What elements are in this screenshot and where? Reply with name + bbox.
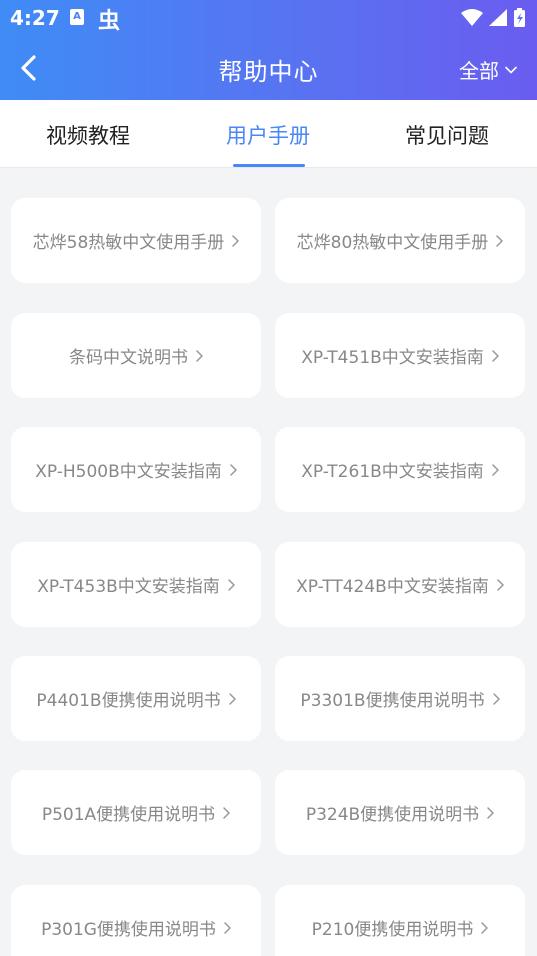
manual-card-label: XP-T451B中文安装指南 (301, 348, 484, 368)
tab-faq[interactable]: 常见问题 (405, 120, 489, 150)
notification-bug-icon: 虫 (98, 9, 121, 34)
chevron-right-icon (481, 921, 489, 934)
chevron-right-icon (492, 692, 500, 705)
manual-card[interactable]: XP-T261B中文安装指南 (275, 427, 525, 512)
manual-card[interactable]: 芯烨80热敏中文使用手册 (275, 198, 525, 283)
manual-card[interactable]: P4401B便携使用说明书 (11, 656, 261, 741)
chevron-right-icon (228, 578, 235, 591)
chevron-right-icon (196, 349, 203, 362)
chevron-right-icon (492, 349, 499, 362)
chevron-right-icon (492, 463, 499, 476)
manual-card[interactable]: P210便携使用说明书 (275, 885, 525, 956)
status-bar: 4:27 A 虫 (0, 0, 537, 36)
battery-icon (514, 8, 525, 27)
manual-card[interactable]: XP-TT424B中文安装指南 (275, 542, 525, 627)
manual-card-label: 芯烨80热敏中文使用手册 (296, 233, 489, 253)
manual-card-label: XP-T453B中文安装指南 (37, 577, 220, 597)
manual-card-label: P324B便携使用说明书 (305, 805, 480, 825)
manual-card[interactable]: 条码中文说明书 (11, 313, 261, 398)
manual-card-label: P210便携使用说明书 (311, 920, 474, 940)
manual-card[interactable]: P301G便携使用说明书 (11, 885, 261, 956)
notification-a-icon: A (70, 9, 84, 25)
chevron-right-icon (487, 806, 494, 819)
app-header: 4:27 A 虫 帮助中心 全部 (0, 0, 537, 100)
manual-card-label: XP-T261B中文安装指南 (301, 462, 484, 482)
chevron-right-icon (224, 921, 231, 934)
page-title: 帮助中心 (218, 58, 319, 86)
manual-card[interactable]: XP-H500B中文安装指南 (11, 427, 261, 512)
wifi-icon (461, 9, 483, 26)
filter-label: 全部 (459, 59, 499, 83)
manual-card-label: P3301B便携使用说明书 (300, 691, 485, 711)
manual-card-label: P301G便携使用说明书 (41, 920, 216, 940)
manual-card-label: P4401B便携使用说明书 (36, 691, 221, 711)
chevron-right-icon (230, 463, 237, 476)
manual-card[interactable]: 芯烨58热敏中文使用手册 (11, 198, 261, 283)
manual-grid: 芯烨58热敏中文使用手册 芯烨80热敏中文使用手册 条码中文说明书 XP-T45… (0, 168, 537, 956)
status-time: 4:27 (10, 6, 60, 30)
tab-video-tutorials[interactable]: 视频教程 (46, 120, 130, 150)
signal-icon (489, 9, 507, 26)
manual-card-label: XP-TT424B中文安装指南 (296, 577, 489, 597)
manual-card[interactable]: XP-T451B中文安装指南 (275, 313, 525, 398)
manual-card-label: P501A便携使用说明书 (41, 805, 216, 825)
chevron-right-icon (228, 692, 236, 705)
tab-user-manuals[interactable]: 用户手册 (226, 120, 310, 150)
manual-card[interactable]: P501A便携使用说明书 (11, 770, 261, 855)
manual-card[interactable]: P3301B便携使用说明书 (275, 656, 525, 741)
active-tab-indicator (233, 164, 305, 167)
chevron-right-icon (223, 806, 230, 819)
filter-dropdown[interactable]: 全部 (459, 55, 517, 84)
manual-card-label: 条码中文说明书 (69, 348, 188, 368)
manual-card-label: 芯烨58热敏中文使用手册 (32, 233, 225, 253)
chevron-right-icon (232, 234, 240, 247)
manual-card-label: XP-H500B中文安装指南 (35, 462, 222, 482)
chevron-down-icon (505, 66, 517, 73)
chevron-right-icon (497, 578, 504, 591)
chevron-right-icon (496, 234, 504, 247)
manual-card[interactable]: P324B便携使用说明书 (275, 770, 525, 855)
nav-bar: 帮助中心 全部 (0, 36, 537, 100)
tab-bar: 视频教程 用户手册 常见问题 (0, 100, 537, 168)
status-indicators (461, 8, 525, 27)
manual-card[interactable]: XP-T453B中文安装指南 (11, 542, 261, 627)
